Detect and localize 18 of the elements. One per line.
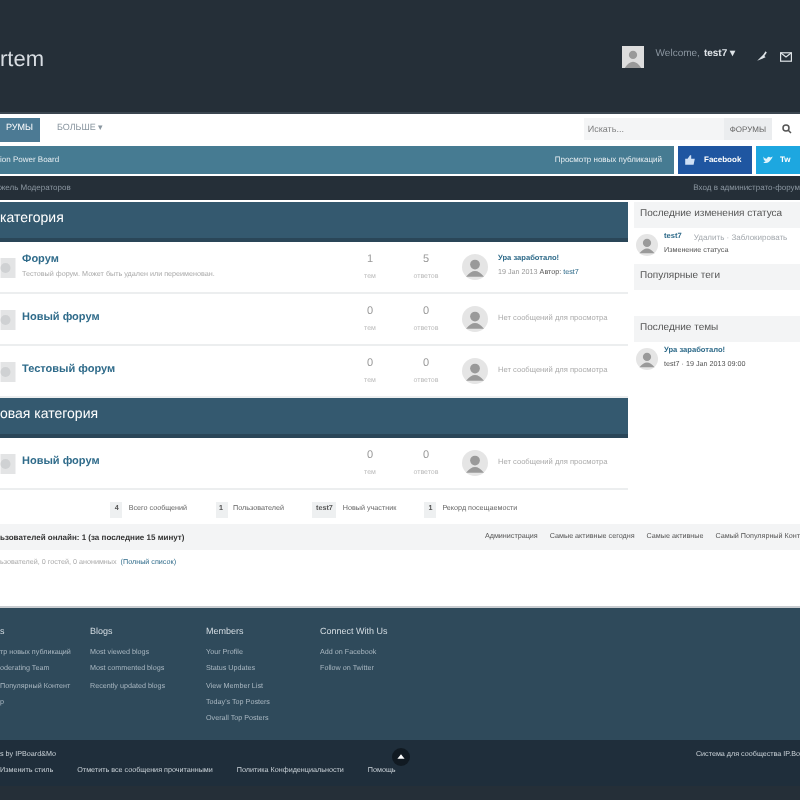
avatar-icon <box>636 347 658 370</box>
search-icon <box>782 124 792 134</box>
avatar-icon <box>462 254 488 280</box>
avatar-icon <box>621 45 644 67</box>
avatar-icon <box>462 358 488 384</box>
forum-icon <box>0 257 16 277</box>
thumbs-up-icon <box>684 154 696 166</box>
forum-icon <box>0 453 16 473</box>
mail-icon <box>780 51 792 61</box>
forum-icon <box>0 361 16 381</box>
avatar-icon <box>636 233 658 256</box>
forum-icon <box>0 309 16 329</box>
pen-icon <box>756 50 768 62</box>
site-logo[interactable]: rtem <box>0 43 44 77</box>
avatar-icon <box>462 306 488 332</box>
avatar-icon <box>462 450 488 476</box>
back-to-top-icon[interactable] <box>392 748 410 766</box>
bird-icon <box>762 154 774 166</box>
